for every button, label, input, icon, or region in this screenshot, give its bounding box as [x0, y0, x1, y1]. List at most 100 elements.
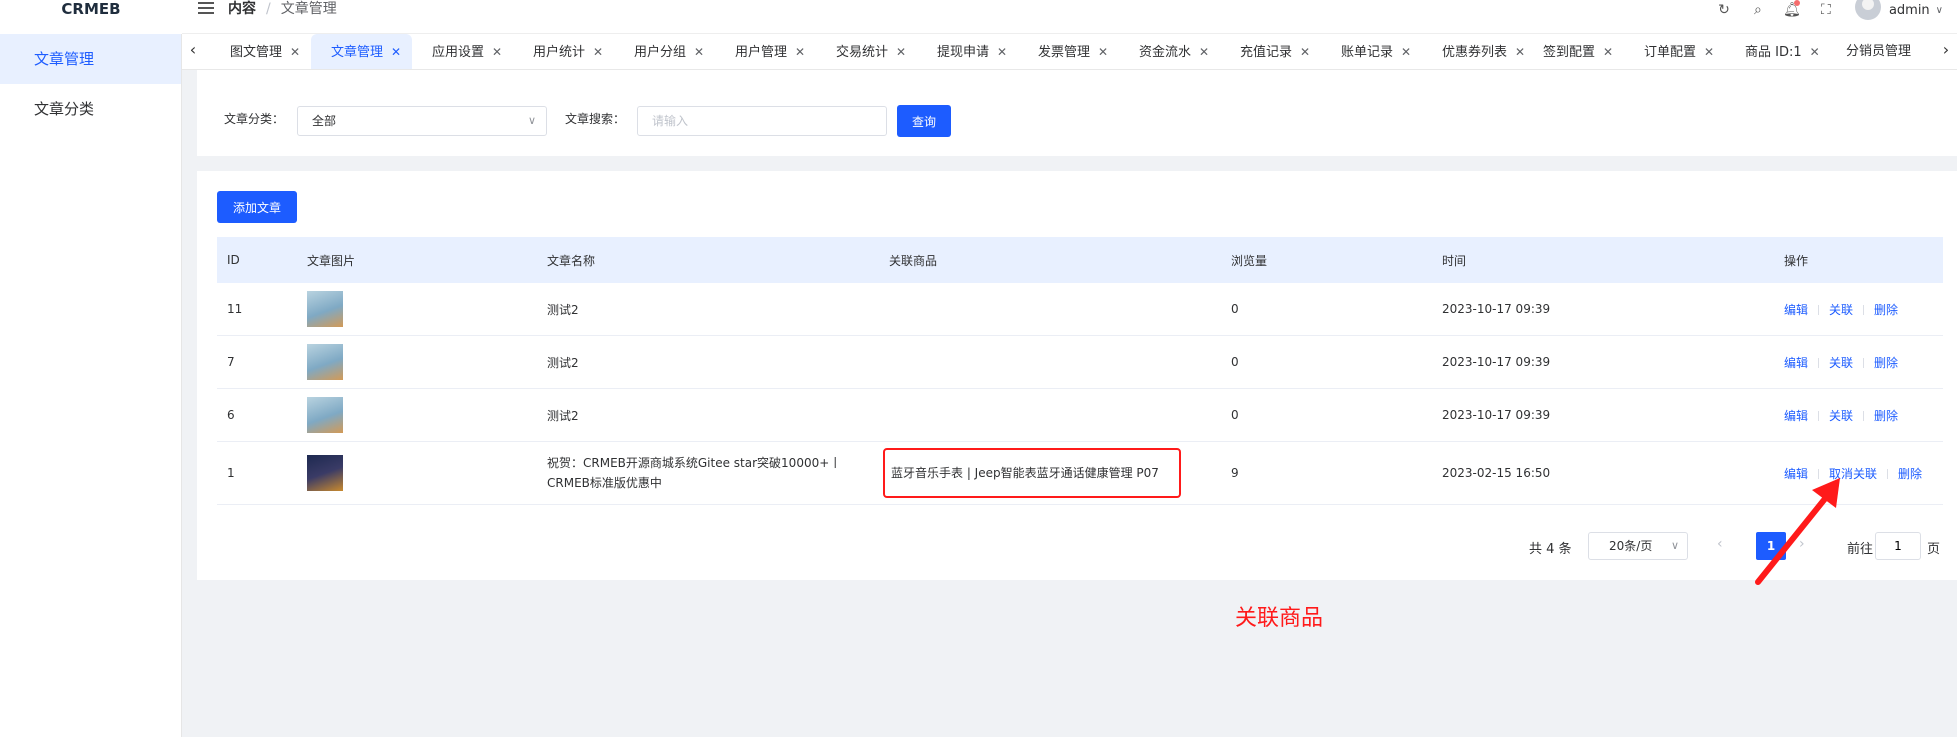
- tab-fund-flow[interactable]: 资金流水 ✕: [1119, 34, 1220, 69]
- tab-user-stats[interactable]: 用户统计 ✕: [513, 34, 614, 69]
- avatar[interactable]: [1854, 0, 1881, 20]
- chevron-left-icon[interactable]: ‹: [182, 34, 204, 69]
- tab-invoices[interactable]: 发票管理 ✕: [1018, 34, 1119, 69]
- created-time: 2023-02-15 16:50: [1442, 466, 1551, 480]
- goto-page-input[interactable]: [1875, 532, 1921, 560]
- tab-recharge-records[interactable]: 充值记录 ✕: [1220, 34, 1321, 69]
- tab-bill-records[interactable]: 账单记录 ✕: [1321, 34, 1422, 69]
- goto-label: 前往: [1847, 542, 1874, 557]
- prev-page-icon[interactable]: ‹: [1717, 536, 1723, 552]
- row-actions: 编辑 关联 删除: [1774, 301, 1943, 318]
- link-product-link[interactable]: 关联: [1829, 303, 1853, 317]
- view-count: 0: [1231, 355, 1239, 369]
- search-filter-label: 文章搜索：: [565, 112, 626, 126]
- delete-link[interactable]: 删除: [1874, 409, 1898, 423]
- breadcrumb-root[interactable]: 内容: [228, 1, 256, 17]
- breadcrumb: 内容 / 文章管理: [228, 0, 337, 18]
- article-thumbnail[interactable]: [307, 397, 343, 433]
- page-size-select[interactable]: 20条/页 ∨: [1588, 532, 1688, 560]
- tab-label: 订单配置: [1644, 45, 1697, 60]
- created-time: 2023-10-17 09:39: [1442, 408, 1551, 422]
- view-count: 9: [1231, 466, 1239, 480]
- close-icon[interactable]: ✕: [593, 45, 603, 59]
- view-count: 0: [1231, 408, 1239, 422]
- chevron-right-icon[interactable]: ›: [1935, 34, 1957, 69]
- article-image[interactable]: [297, 455, 537, 491]
- tab-distributor-management[interactable]: 分销员管理: [1826, 34, 1927, 69]
- close-icon[interactable]: ✕: [1300, 45, 1310, 59]
- article-image[interactable]: [297, 291, 537, 327]
- filter-card: 文章分类： 全部 ∨ 文章搜索： 查询: [197, 70, 1957, 156]
- table-row: 6 测试2 0 2023-10-17 09:39 编辑 关联 删除: [217, 389, 1943, 442]
- chevron-down-icon[interactable]: ∨: [1936, 5, 1943, 16]
- pagination-total: 共 4 条: [1529, 542, 1572, 557]
- edit-link[interactable]: 编辑: [1784, 409, 1808, 423]
- close-icon[interactable]: ✕: [1401, 45, 1411, 59]
- tab-label: 分销员管理: [1846, 44, 1912, 59]
- row-id: 6: [227, 408, 235, 422]
- query-button[interactable]: 查询: [897, 105, 951, 137]
- column-header-name: 文章名称: [547, 253, 596, 268]
- close-icon[interactable]: ✕: [694, 45, 704, 59]
- user-name[interactable]: admin: [1889, 3, 1930, 18]
- delete-link[interactable]: 删除: [1874, 303, 1898, 317]
- row-id: 11: [227, 302, 243, 316]
- chevron-down-icon: ∨: [527, 114, 536, 127]
- tab-signin-config[interactable]: 签到配置 ✕: [1523, 34, 1624, 69]
- article-name: 测试2: [547, 355, 579, 370]
- tab-product-id[interactable]: 商品 ID:1 ✕: [1725, 34, 1826, 69]
- search-input[interactable]: [637, 106, 887, 136]
- article-thumbnail[interactable]: [307, 344, 343, 380]
- article-thumbnail[interactable]: [307, 455, 343, 491]
- close-icon[interactable]: ✕: [1199, 45, 1209, 59]
- sidebar-item-article-management[interactable]: 文章管理: [0, 34, 181, 84]
- refresh-icon[interactable]: ↻: [1707, 2, 1741, 18]
- category-select-value: 全部: [312, 114, 337, 128]
- tab-withdrawals[interactable]: 提现申请 ✕: [917, 34, 1018, 69]
- sidebar-item-article-category[interactable]: 文章分类: [0, 84, 181, 134]
- close-icon[interactable]: ✕: [795, 45, 805, 59]
- article-image[interactable]: [297, 344, 537, 380]
- divider: [1818, 358, 1820, 368]
- close-icon[interactable]: ✕: [1704, 45, 1714, 59]
- close-icon[interactable]: ✕: [896, 45, 906, 59]
- menu-toggle-icon[interactable]: [198, 2, 214, 16]
- header-tools: ↻ ⌕ 🔔︎ ⛶ admin ∨: [1707, 0, 1957, 20]
- delete-link[interactable]: 删除: [1874, 356, 1898, 370]
- tab-label: 用户统计: [533, 45, 586, 60]
- fullscreen-icon[interactable]: ⛶: [1809, 2, 1843, 18]
- article-image[interactable]: [297, 397, 537, 433]
- tab-image-text[interactable]: 图文管理 ✕: [210, 34, 311, 69]
- close-icon[interactable]: ✕: [391, 45, 401, 59]
- close-icon[interactable]: ✕: [290, 45, 300, 59]
- tab-label: 优惠券列表: [1442, 45, 1508, 60]
- search-icon[interactable]: ⌕: [1741, 2, 1775, 18]
- row-id: 1: [227, 466, 235, 480]
- tab-app-settings[interactable]: 应用设置 ✕: [412, 34, 513, 69]
- category-select[interactable]: 全部 ∨: [297, 106, 547, 136]
- edit-link[interactable]: 编辑: [1784, 356, 1808, 370]
- divider: [1863, 411, 1865, 421]
- close-icon[interactable]: ✕: [1098, 45, 1108, 59]
- page-size-value: 20条/页: [1609, 539, 1653, 553]
- tab-user-groups[interactable]: 用户分组 ✕: [614, 34, 715, 69]
- link-product-link[interactable]: 关联: [1829, 356, 1853, 370]
- article-name: 祝贺：CRMEB开源商城系统Gitee star突破10000+丨CRMEB标准…: [547, 456, 842, 490]
- delete-link[interactable]: 删除: [1898, 467, 1922, 481]
- close-icon[interactable]: ✕: [1810, 45, 1820, 59]
- tab-user-management[interactable]: 用户管理 ✕: [715, 34, 816, 69]
- article-thumbnail[interactable]: [307, 291, 343, 327]
- tab-order-config[interactable]: 订单配置 ✕: [1624, 34, 1725, 69]
- breadcrumb-current: 文章管理: [280, 1, 337, 17]
- add-article-button[interactable]: 添加文章: [217, 191, 297, 223]
- close-icon[interactable]: ✕: [1603, 45, 1613, 59]
- tab-article-management[interactable]: 文章管理 ✕: [311, 34, 412, 69]
- edit-link[interactable]: 编辑: [1784, 303, 1808, 317]
- tab-coupon-list[interactable]: 优惠券列表 ✕: [1422, 34, 1525, 69]
- close-icon[interactable]: ✕: [997, 45, 1007, 59]
- close-icon[interactable]: ✕: [492, 45, 502, 59]
- link-product-link[interactable]: 关联: [1829, 409, 1853, 423]
- bell-icon[interactable]: 🔔︎: [1775, 0, 1809, 18]
- tab-trade-stats[interactable]: 交易统计 ✕: [816, 34, 917, 69]
- divider: [1863, 305, 1865, 315]
